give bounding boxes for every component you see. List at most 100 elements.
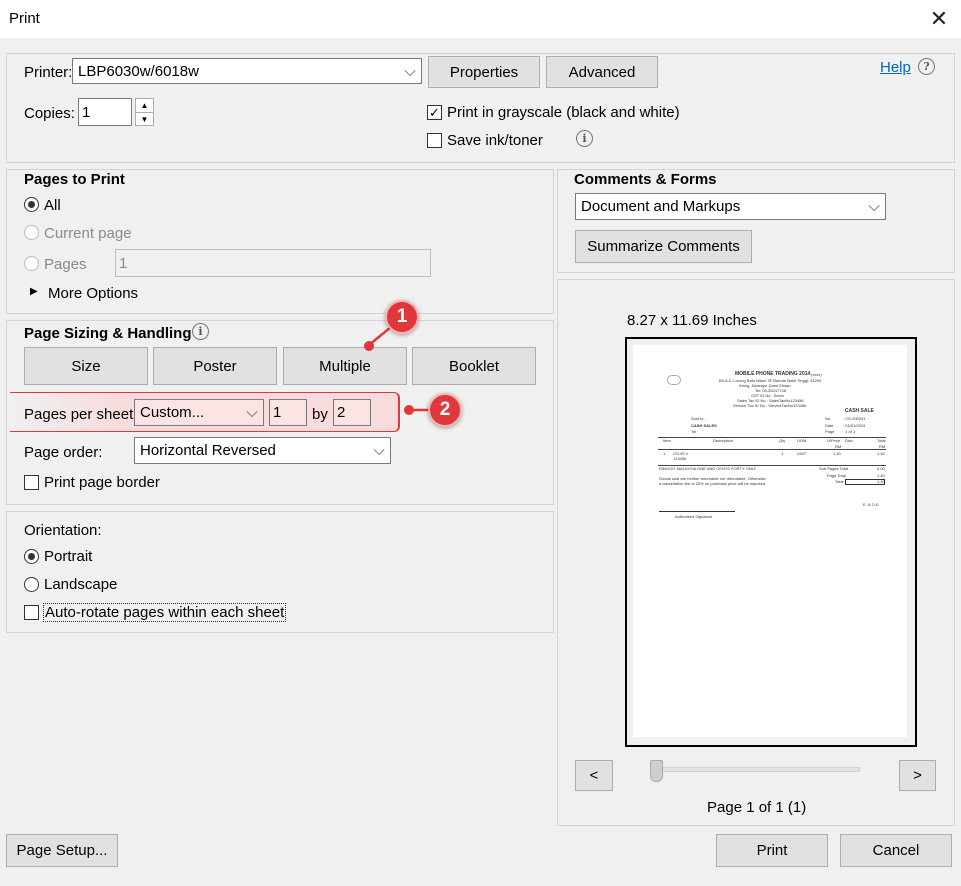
chevron-down-icon: ⌵ [868,198,880,215]
chevron-down-icon: ⌵ [404,62,416,80]
doc-customer: CASH SALES [691,423,717,428]
multiple-button[interactable]: Multiple [283,347,407,385]
help-icon[interactable]: ? [918,58,935,75]
cancel-button[interactable]: Cancel [840,834,952,867]
comments-value: Document and Markups [581,198,741,215]
radio-portrait[interactable] [24,549,39,564]
print-border-label: Print page border [44,474,160,491]
doc-company-suffix: (xxxx) [811,372,822,377]
doc-col-item: Item [663,438,671,443]
radio-all[interactable] [24,197,39,212]
info-icon[interactable]: i [576,130,593,147]
callout-2-badge: 2 [428,393,462,427]
orientation-heading: Orientation: [24,522,102,539]
print-button[interactable]: Print [716,834,828,867]
doc-rule [658,449,886,450]
page-setup-button[interactable]: Page Setup... [6,834,118,867]
doc-row-no: 1. [663,451,667,456]
help-link[interactable]: Help [880,59,911,76]
doc-col-price: U/Price [827,438,841,443]
pages-to-print-heading: Pages to Print [24,171,125,188]
columns-input[interactable]: 1 [269,399,307,426]
doc-page-label: Page [825,429,835,434]
page-slider-handle[interactable] [650,760,663,782]
stepper-up-icon[interactable]: ▲ [136,99,153,113]
prev-page-button[interactable]: < [575,760,613,791]
doc-no-value: : CS-000031 [843,416,866,421]
doc-row-total: 1.40 [877,451,885,456]
summarize-comments-button[interactable]: Summarize Comments [575,230,752,263]
doc-subtotal-label: Sub Pages Total [819,466,849,471]
doc-company: MOBILE PHONE TRADING 2014 [735,371,811,377]
next-page-button[interactable]: > [899,760,936,791]
doc-tel-label: Tel : [691,429,699,434]
preview-size-label: 8.27 x 11.69 Inches [627,312,757,329]
doc-row-qty: 1 [781,451,784,456]
doc-no-label: No. [825,416,832,421]
more-options-toggle[interactable]: More Options [48,285,138,302]
radio-current-label: Current page [44,225,132,242]
size-button[interactable]: Size [24,347,148,385]
radio-landscape-label: Landscape [44,576,118,593]
logo-icon [667,375,681,385]
grayscale-checkbox[interactable]: ✓ [427,105,442,120]
doc-signature: Authorised Signature [675,514,713,519]
sizing-info-icon[interactable]: i [192,323,209,340]
page-order-select[interactable]: Horizontal Reversed ⌵ [134,437,391,464]
doc-total-value: 1.40 [877,479,885,484]
doc-eoe: E. & O.E. [863,502,880,507]
radio-all-label: All [44,197,61,214]
doc-pagetotal-value: 1.40 [877,473,885,478]
copies-input[interactable]: 1 [78,98,132,126]
doc-col-total: Total [877,438,886,443]
chevron-down-icon: ⌵ [373,442,385,459]
properties-button[interactable]: Properties [428,56,540,88]
callout-1-dot [364,341,374,351]
doc-date-value: : 01/01/2019 [843,423,866,428]
rows-input[interactable]: 2 [333,399,371,426]
radio-current-page[interactable] [24,225,39,240]
callout-2-dot [404,405,414,415]
doc-page-value: : 1 of 1 [843,429,856,434]
pages-per-sheet-value: Custom... [140,404,205,421]
copies-stepper[interactable]: ▲ ▼ [135,98,154,126]
stepper-down-icon[interactable]: ▼ [136,113,153,126]
pages-range-input[interactable]: 1 [115,249,431,277]
page-order-label: Page order: [24,444,103,461]
close-icon[interactable]: ✕ [926,6,952,32]
page-indicator: Page 1 of 1 (1) [707,799,807,816]
doc-col-desc: Description [713,438,734,443]
doc-col-uom: UOM [797,438,807,443]
page-order-value: Horizontal Reversed [140,442,276,459]
print-border-checkbox[interactable] [24,475,39,490]
doc-service-tax: Service Tax ID No : ServiceTaxNo123456 [733,403,807,408]
page-slider-track[interactable] [650,767,860,772]
pages-per-sheet-select[interactable]: Custom... ⌵ [134,399,264,426]
printer-value: LBP6030w/6018w [78,62,199,80]
copies-label: Copies: [24,105,75,122]
booklet-button[interactable]: Booklet [412,347,536,385]
save-ink-label: Save ink/toner [447,132,543,149]
printer-select[interactable]: LBP6030w/6018w ⌵ [72,58,422,84]
save-ink-checkbox[interactable] [427,133,442,148]
expand-triangle-icon[interactable]: ▶ [30,286,38,297]
callout-1-badge: 1 [385,300,419,334]
radio-landscape[interactable] [24,577,39,592]
autorotate-label: Auto-rotate pages within each sheet [43,603,287,622]
radio-pages[interactable] [24,256,39,271]
pages-per-sheet-label: Pages per sheet: [24,406,138,423]
doc-row-uom: UNIT [797,451,807,456]
grayscale-label: Print in grayscale (black and white) [447,104,680,121]
advanced-button[interactable]: Advanced [546,56,658,88]
doc-signature-line [659,511,735,512]
radio-portrait-label: Portrait [44,548,93,565]
preview-page: MOBILE PHONE TRADING 2014 (xxxx) B0-8-2,… [633,345,907,737]
doc-sold-to: Sold to : [691,416,706,421]
doc-row-item2: 123456 [673,456,687,461]
autorotate-checkbox[interactable] [24,605,39,620]
comments-heading: Comments & Forms [574,171,717,188]
comments-select[interactable]: Document and Markups ⌵ [575,193,886,220]
by-label: by [312,406,328,423]
poster-button[interactable]: Poster [153,347,277,385]
doc-row-price: 1.40 [833,451,841,456]
